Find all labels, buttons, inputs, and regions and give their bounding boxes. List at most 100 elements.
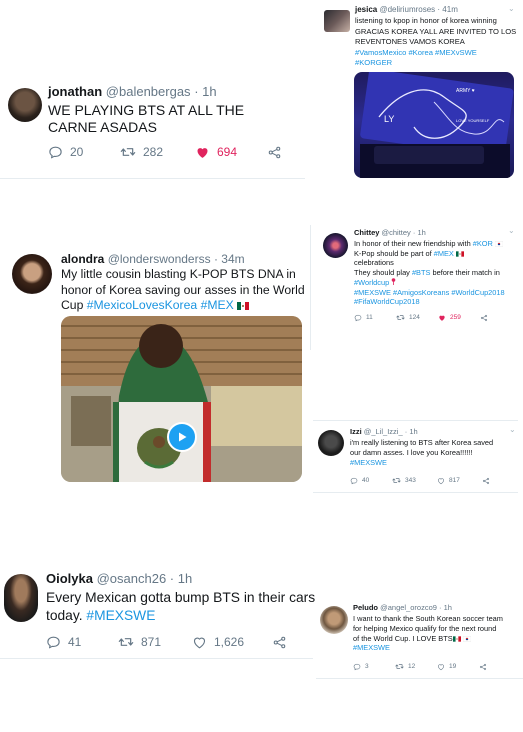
share-button[interactable] [482, 477, 490, 485]
hashtag-link[interactable]: #KOR [473, 239, 493, 248]
hashtag-line[interactable]: #MEXSWE #AmigosKoreans #WorldCup2018 [354, 288, 522, 298]
divider [313, 492, 518, 493]
hashtag-link[interactable]: #MEX [434, 249, 454, 258]
korea-flag-icon [463, 636, 471, 642]
hashtag-line[interactable]: #MEXSWE [353, 643, 523, 653]
tweet-header: Chittey @chittey · 1h [354, 228, 426, 237]
reply-button[interactable]: 11 [354, 314, 396, 322]
tweet-text: Every Mexican gotta bump BTS in their ca… [46, 589, 316, 625]
tweet-jesica[interactable]: jesica @deliriumroses · 41m ⌄ listening … [318, 2, 523, 192]
hashtag-link[interactable]: #MEXSWE [86, 608, 155, 623]
timestamp[interactable]: · 41m [437, 5, 457, 14]
text-line: I want to thank the South Korean soccer … [353, 614, 503, 623]
text-line: They should play #BTS before their match… [354, 268, 522, 278]
hashtag-link[interactable]: #BTS [412, 268, 430, 277]
chevron-down-icon[interactable]: ⌄ [509, 425, 516, 434]
avatar[interactable] [12, 254, 52, 294]
retweet-button[interactable]: 871 [118, 634, 192, 650]
retweet-button[interactable]: 12 [395, 662, 437, 671]
korea-flag-icon [495, 241, 503, 247]
user-handle[interactable]: @_Lil_Izzi_ [364, 427, 403, 436]
timestamp[interactable]: · 1h [170, 571, 192, 586]
avatar[interactable] [324, 10, 350, 32]
retweet-button[interactable]: 124 [396, 313, 438, 322]
display-name[interactable]: Oiolyka [46, 571, 93, 586]
display-name[interactable]: jonathan [48, 84, 102, 99]
display-name[interactable]: jesica [355, 5, 377, 14]
user-handle[interactable]: @chittey [382, 228, 411, 237]
text-fragment: They should play [354, 268, 412, 278]
tweet-image[interactable]: LY ARMY ♥ LOVE YOURSELF [354, 72, 514, 178]
text-fragment: In honor of their new friendship with [354, 239, 473, 248]
tweet-actions: 41 871 1,626 [46, 634, 287, 650]
like-button[interactable]: 817 [437, 477, 482, 485]
user-handle[interactable]: @osanch26 [97, 571, 167, 586]
avatar[interactable] [320, 606, 348, 634]
reply-button[interactable]: 41 [46, 635, 118, 650]
tweet-jonathan[interactable]: jonathan @balenbergas · 1h WE PLAYING BT… [0, 80, 305, 180]
hashtag-line[interactable]: #FifaWorldCup2018 [354, 297, 522, 307]
hashtag-line[interactable]: #VamosMexico #Korea #MEXvSWE [355, 48, 520, 59]
hashtag-link[interactable]: #Worldcup [354, 278, 389, 287]
user-handle[interactable]: @londerswonderss [108, 252, 211, 266]
play-button[interactable] [167, 422, 197, 452]
image-text: LOVE YOURSELF [456, 118, 490, 123]
user-handle[interactable]: @angel_orozco9 [380, 603, 437, 612]
retweet-icon [395, 662, 404, 671]
pin-icon [391, 278, 396, 285]
reply-button[interactable]: 40 [350, 477, 392, 485]
hashtag-line[interactable]: #MEXSWE [350, 458, 520, 468]
like-button[interactable]: 259 [438, 314, 480, 322]
timestamp[interactable]: · 34m [214, 252, 245, 266]
avatar[interactable] [323, 233, 348, 258]
reply-button[interactable]: 20 [48, 145, 120, 160]
avatar[interactable] [8, 88, 42, 122]
timestamp[interactable]: · 1h [413, 228, 426, 237]
mexico-flag-icon [237, 302, 249, 310]
tweet-header: alondra @londerswonderss · 34m [61, 252, 245, 266]
tweet-actions: 20 282 694 [48, 144, 282, 160]
share-button[interactable] [267, 145, 282, 160]
hashtag-line[interactable]: #KORGER [355, 58, 520, 69]
chevron-down-icon[interactable]: ⌄ [508, 4, 515, 13]
share-button[interactable] [272, 635, 287, 650]
avatar[interactable] [4, 574, 38, 622]
like-icon [195, 145, 210, 160]
retweet-count: 343 [405, 477, 416, 484]
hashtag-link[interactable]: #MexicoLovesKorea [87, 298, 197, 312]
tweet-chittey[interactable]: Chittey @chittey · 1h ⌄ In honor of thei… [310, 225, 523, 355]
play-icon [179, 432, 187, 442]
reply-count: 40 [362, 477, 370, 484]
retweet-button[interactable]: 282 [120, 144, 195, 160]
album-artwork: LY ARMY ♥ LOVE YOURSELF [360, 72, 514, 178]
display-name[interactable]: Peludo [353, 603, 378, 612]
tweet-izzi[interactable]: Izzi @_Lil_Izzi_ · 1h ⌄ i'm really liste… [313, 420, 523, 495]
display-name[interactable]: Izzi [350, 427, 362, 436]
timestamp[interactable]: · 1h [405, 427, 418, 436]
display-name[interactable]: Chittey [354, 228, 379, 237]
tweet-header: jonathan @balenbergas · 1h [48, 84, 217, 99]
display-name[interactable]: alondra [61, 252, 104, 266]
tweet-oiolyka[interactable]: Oiolyka @osanch26 · 1h Every Mexican got… [0, 568, 316, 663]
like-count: 259 [450, 314, 461, 321]
share-button[interactable] [480, 314, 488, 322]
timestamp[interactable]: · 1h [194, 84, 216, 99]
reply-button[interactable]: 3 [353, 663, 395, 671]
like-button[interactable]: 694 [195, 145, 267, 160]
tweet-video[interactable] [61, 316, 302, 482]
tweet-peludo[interactable]: Peludo @angel_orozco9 · 1h I want to tha… [316, 598, 523, 680]
share-button[interactable] [479, 663, 487, 671]
user-handle[interactable]: @deliriumroses [379, 5, 435, 14]
retweet-button[interactable]: 343 [392, 476, 437, 485]
text-line: honor of Korea saving our asses in the W… [61, 282, 305, 297]
user-handle[interactable]: @balenbergas [106, 84, 191, 99]
tweet-alondra[interactable]: alondra @londerswonderss · 34m My little… [0, 252, 310, 492]
timestamp[interactable]: · 1h [439, 603, 452, 612]
avatar[interactable] [318, 430, 344, 456]
hashtag-link[interactable]: #MEX [201, 298, 234, 312]
like-button[interactable]: 1,626 [192, 635, 272, 650]
like-button[interactable]: 19 [437, 663, 479, 671]
reply-count: 3 [365, 663, 369, 670]
chevron-down-icon[interactable]: ⌄ [508, 226, 515, 235]
text-fragment: before their match in [430, 268, 500, 278]
